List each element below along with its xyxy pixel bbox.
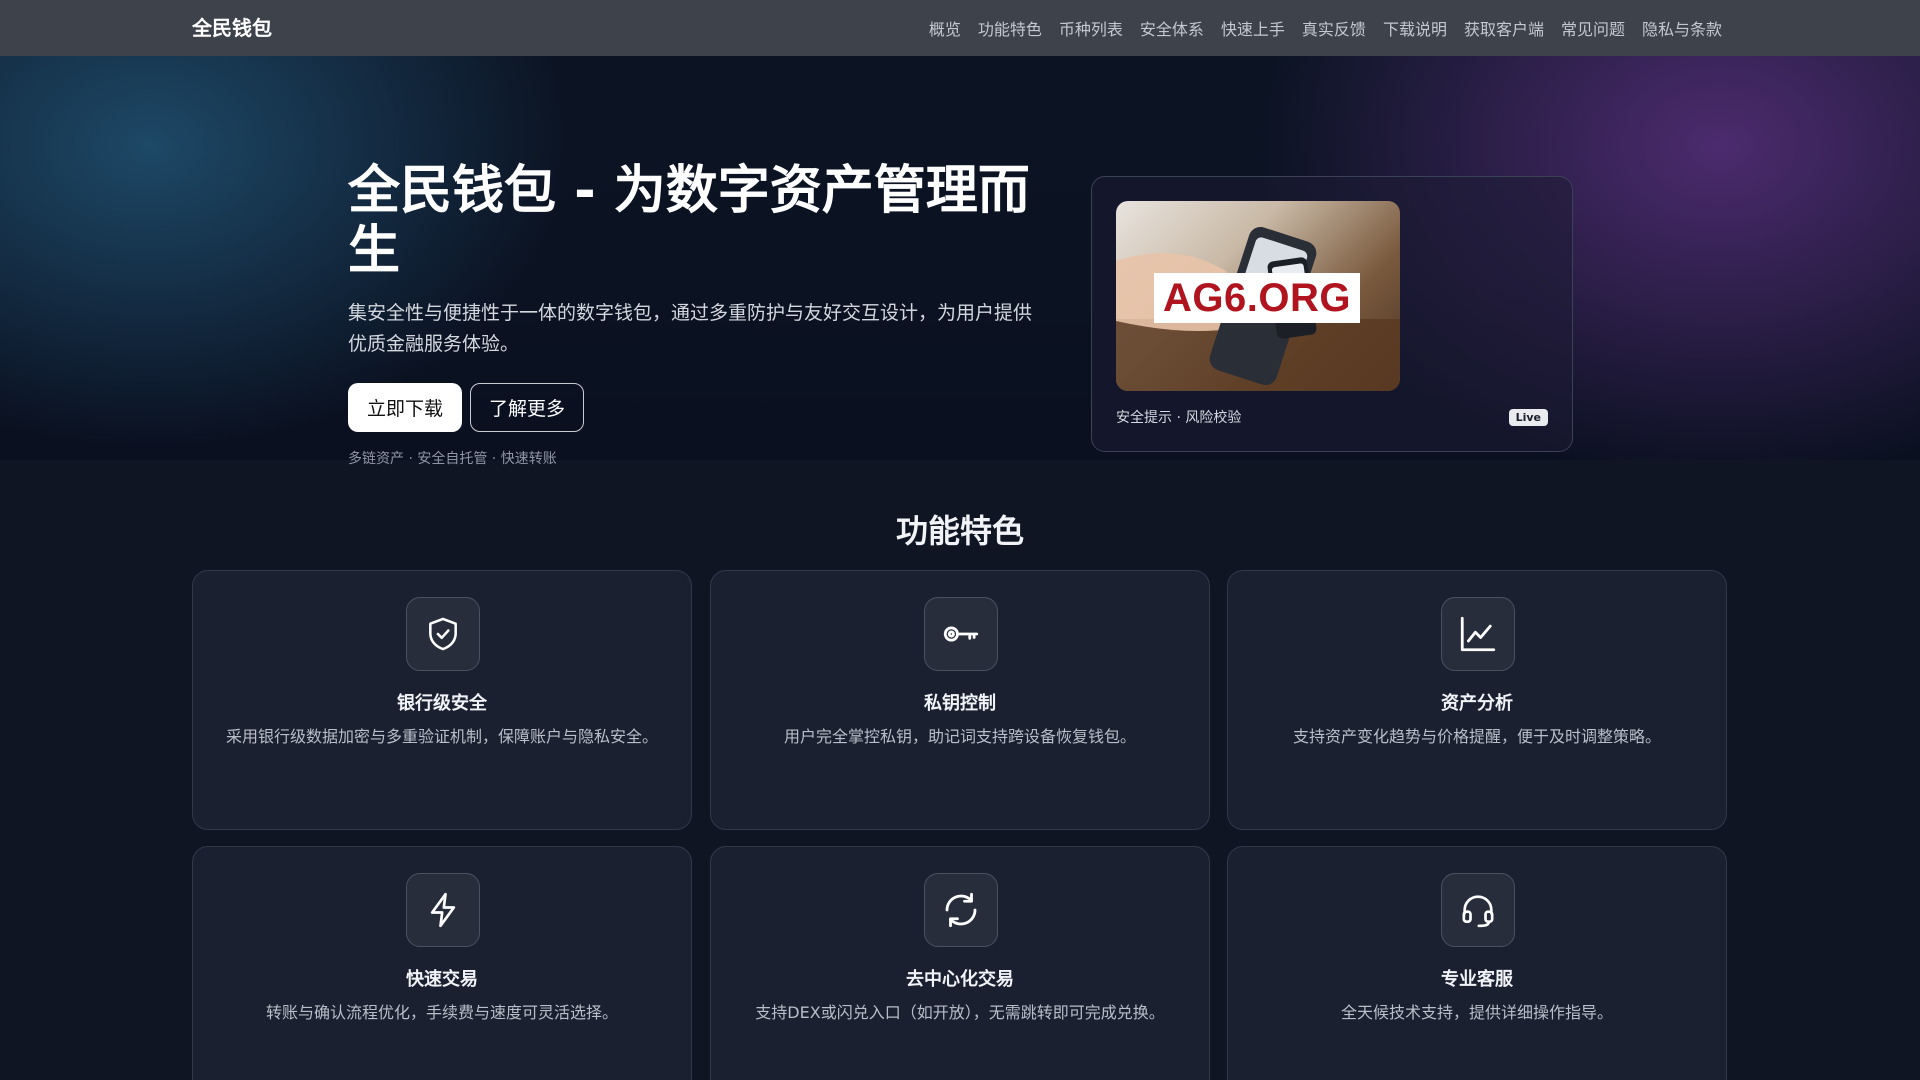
card-caption: 安全提示 · 风险校验 xyxy=(1116,410,1242,426)
hero-title: 全民钱包 - 为数字资产管理而生 xyxy=(348,161,1030,281)
image-watermark-text: AG6.ORG xyxy=(1163,275,1351,320)
feature-title: 去中心化交易 xyxy=(906,969,1014,990)
key-icon xyxy=(924,597,998,671)
features-title: 功能特色 xyxy=(895,512,1024,550)
nav-link-overview[interactable]: 概览 xyxy=(929,16,961,40)
feature-desc: 用户完全掌控私钥，助记词支持跨设备恢复钱包。 xyxy=(783,727,1136,746)
nav-link-feedback[interactable]: 真实反馈 xyxy=(1302,16,1366,40)
feature-desc: 全天候技术支持，提供详细操作指导。 xyxy=(1340,1003,1613,1022)
nav-link-features[interactable]: 功能特色 xyxy=(978,16,1042,40)
nav-link-privacy[interactable]: 隐私与条款 xyxy=(1642,16,1722,40)
nav-link-get-client[interactable]: 获取客户端 xyxy=(1464,16,1544,40)
feature-card-analytics: 资产分析 支持资产变化趋势与价格提醒，便于及时调整策略。 xyxy=(1227,570,1727,830)
hero-preview-card: AG6.ORG 安全提示 · 风险校验 Live xyxy=(1091,176,1573,452)
lightning-icon xyxy=(406,873,480,947)
feature-title: 快速交易 xyxy=(406,969,478,990)
feature-title: 私钥控制 xyxy=(924,693,996,714)
top-nav: 全民钱包 概览 功能特色 币种列表 安全体系 快速上手 真实反馈 下载说明 获取… xyxy=(0,0,1920,56)
shield-check-icon xyxy=(406,597,480,671)
feature-card-security: 银行级安全 采用银行级数据加密与多重验证机制，保障账户与隐私安全。 xyxy=(192,570,692,830)
learn-more-button[interactable]: 了解更多 xyxy=(470,383,584,432)
feature-title: 银行级安全 xyxy=(397,693,487,714)
feature-card-fast-trade: 快速交易 转账与确认流程优化，手续费与速度可灵活选择。 xyxy=(192,846,692,1080)
hero-subtitle: 集安全性与便捷性于一体的数字钱包，通过多重防护与友好交互设计，为用户提供优质金融… xyxy=(348,302,1033,355)
feature-desc: 转账与确认流程优化，手续费与速度可灵活选择。 xyxy=(265,1003,618,1022)
nav-link-quickstart[interactable]: 快速上手 xyxy=(1221,16,1285,40)
feature-card-private-key: 私钥控制 用户完全掌控私钥，助记词支持跨设备恢复钱包。 xyxy=(710,570,1210,830)
chart-line-icon xyxy=(1441,597,1515,671)
live-badge: Live xyxy=(1508,409,1548,426)
nav-links: 概览 功能特色 币种列表 安全体系 快速上手 真实反馈 下载说明 获取客户端 常… xyxy=(929,0,1722,56)
brand-logo[interactable]: 全民钱包 xyxy=(192,0,272,56)
nav-link-security[interactable]: 安全体系 xyxy=(1140,16,1204,40)
feature-title: 专业客服 xyxy=(1441,969,1513,990)
feature-desc: 采用银行级数据加密与多重验证机制，保障账户与隐私安全。 xyxy=(225,727,658,746)
nav-link-faq[interactable]: 常见问题 xyxy=(1561,16,1625,40)
feature-desc: 支持资产变化趋势与价格提醒，便于及时调整策略。 xyxy=(1292,727,1661,746)
feature-title: 资产分析 xyxy=(1441,693,1513,714)
refresh-icon xyxy=(924,873,998,947)
image-watermark-box: AG6.ORG xyxy=(1154,273,1360,323)
feature-card-dex: 去中心化交易 支持DEX或闪兑入口（如开放），无需跳转即可完成兑换。 xyxy=(710,846,1210,1080)
hero-tags: 多链资产 · 安全自托管 · 快速转账 xyxy=(348,451,557,467)
hero-section: 全民钱包 - 为数字资产管理而生 集安全性与便捷性于一体的数字钱包，通过多重防护… xyxy=(0,56,1920,467)
headset-icon xyxy=(1441,873,1515,947)
feature-card-support: 专业客服 全天候技术支持，提供详细操作指导。 xyxy=(1227,846,1727,1080)
payment-terminal-image: AG6.ORG xyxy=(1116,201,1400,391)
nav-link-download-guide[interactable]: 下载说明 xyxy=(1383,16,1447,40)
feature-desc: 支持DEX或闪兑入口（如开放），无需跳转即可完成兑换。 xyxy=(755,1003,1165,1022)
nav-link-coins[interactable]: 币种列表 xyxy=(1059,16,1123,40)
download-button[interactable]: 立即下载 xyxy=(348,383,462,432)
